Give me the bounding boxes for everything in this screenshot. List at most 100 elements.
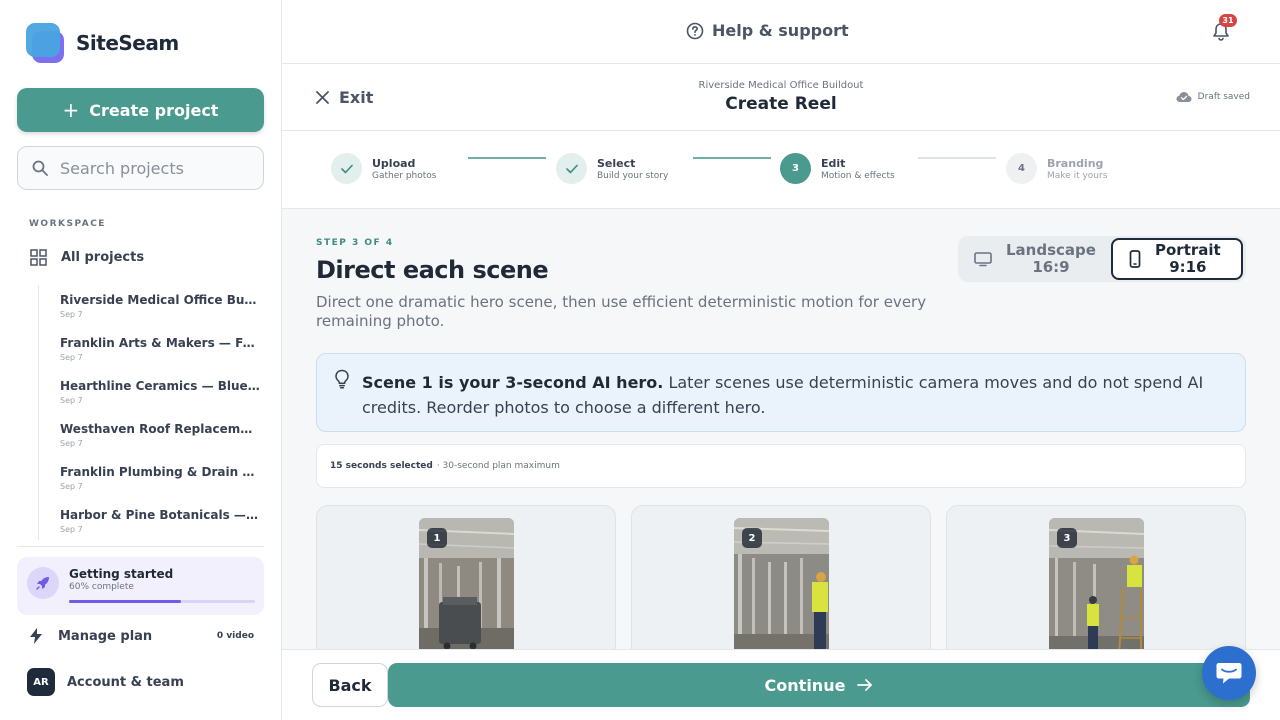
step-title: Select (597, 156, 636, 170)
phone-icon (1129, 250, 1141, 268)
sidebar: SiteSeam + Create project WORKSPACE All … (0, 0, 282, 720)
monitor-icon (974, 252, 992, 267)
step-subtitle: Gather photos (372, 170, 437, 181)
help-icon (686, 22, 704, 39)
workspace-label: WORKSPACE (29, 219, 106, 229)
chat-support-icon[interactable] (1202, 646, 1256, 700)
getting-started-card[interactable]: Getting started 60% complete (17, 557, 264, 615)
project-date: Sep 7 (60, 396, 83, 405)
step-connector (918, 157, 996, 159)
project-name: Hearthline Ceramics — Blue Rid... (60, 379, 260, 393)
scene-card[interactable]: 1 (316, 505, 616, 649)
landscape-option[interactable]: Landscape 16:9 (974, 238, 1096, 280)
lightning-icon (30, 628, 42, 644)
step-counter: STEP 3 OF 4 (316, 238, 394, 248)
project-date: Sep 7 (60, 310, 83, 319)
step-connector (693, 157, 771, 159)
scene-thumbnail[interactable]: 1 (419, 518, 514, 649)
account-label: Account & team (67, 674, 184, 690)
divider (17, 546, 264, 547)
selection-summary: 15 seconds selected · 30-second plan max… (316, 444, 1246, 488)
project-date: Sep 7 (60, 353, 83, 362)
landscape-ratio: 16:9 (1032, 258, 1070, 276)
help-label: Help & support (712, 21, 849, 40)
avatar: AR (27, 668, 55, 696)
brand-name[interactable]: SiteSeam (76, 31, 179, 55)
scene-thumbnail[interactable]: 3 (1049, 518, 1144, 649)
notification-badge: 31 (1219, 14, 1237, 27)
seconds-selected: 15 seconds selected (330, 461, 433, 471)
sidebar-item-manage-plan[interactable]: Manage plan 0 video (30, 628, 254, 644)
step-title: Branding (1047, 156, 1104, 170)
step-title: Upload (372, 156, 416, 170)
create-project-button[interactable]: + Create project (17, 88, 264, 132)
list-item[interactable]: Riverside Medical Office Buildout Sep 7 (60, 293, 260, 319)
landscape-label: Landscape (1006, 241, 1096, 259)
list-item[interactable]: Franklin Plumbing & Drain — Jo... Sep 7 (60, 465, 260, 491)
step-branding[interactable]: 4 Branding Make it yours (1006, 153, 1107, 184)
continue-label: Continue (764, 675, 846, 695)
project-name: Franklin Plumbing & Drain — Jo... (60, 465, 260, 479)
progress-fill (69, 600, 181, 603)
footer-bar: Back Continue (282, 649, 1280, 720)
search-box[interactable] (17, 146, 264, 190)
search-input[interactable] (60, 158, 250, 178)
search-icon (32, 160, 48, 176)
project-name: Westhaven Roof Replacement (60, 422, 260, 436)
scene-card[interactable]: 3 (946, 505, 1246, 649)
help-support-link[interactable]: Help & support (686, 21, 849, 40)
back-button[interactable]: Back (312, 663, 388, 707)
list-item[interactable]: Westhaven Roof Replacement Sep 7 (60, 422, 260, 448)
grid-icon (30, 249, 47, 266)
check-icon (556, 153, 587, 184)
scene-card[interactable]: 2 (631, 505, 931, 649)
step-number: 4 (1006, 153, 1037, 184)
scene-thumbnail[interactable]: 2 (734, 518, 829, 649)
step-edit[interactable]: 3 Edit Motion & effects (780, 153, 895, 184)
step-subtitle: Motion & effects (821, 170, 895, 181)
section-description: Direct one dramatic hero scene, then use… (316, 293, 927, 330)
portrait-label: Portrait (1155, 241, 1221, 259)
getting-started-progress-text: 60% complete (69, 582, 134, 592)
orientation-toggle: Landscape 16:9 Portrait 9:16 (958, 236, 1246, 282)
step-connector (468, 157, 546, 159)
sidebar-item-all-projects[interactable]: All projects (30, 249, 144, 266)
step-subtitle: Build your story (597, 170, 669, 181)
check-icon (331, 153, 362, 184)
draft-status-label: Draft saved (1197, 92, 1250, 102)
rocket-icon (27, 567, 59, 599)
getting-started-title: Getting started (69, 567, 174, 581)
hero-notice: Scene 1 is your 3-second AI hero. Later … (316, 353, 1246, 432)
portrait-option[interactable]: Portrait 9:16 (1111, 238, 1243, 280)
cloud-check-icon (1176, 92, 1192, 102)
main-content: STEP 3 OF 4 Direct each scene Direct one… (282, 209, 1280, 649)
list-item[interactable]: Franklin Arts & Makers — Fall C... Sep 7 (60, 336, 260, 362)
draft-status: Draft saved (1176, 91, 1250, 103)
hero-notice-text: Scene 1 is your 3-second AI hero. Later … (362, 370, 1222, 420)
project-list: Riverside Medical Office Buildout Sep 7 … (38, 285, 264, 540)
continue-button[interactable]: Continue (388, 663, 1250, 707)
page-title: Create Reel (725, 94, 837, 114)
project-name: Riverside Medical Office Buildout (60, 293, 260, 307)
section-heading: Direct each scene (316, 256, 549, 284)
hero-notice-bold: Scene 1 is your 3-second AI hero. (362, 373, 664, 392)
step-select[interactable]: Select Build your story (556, 153, 668, 184)
project-name: Franklin Arts & Makers — Fall C... (60, 336, 260, 350)
sidebar-item-account[interactable]: AR Account & team (27, 668, 184, 696)
list-item[interactable]: Hearthline Ceramics — Blue Rid... Sep 7 (60, 379, 260, 405)
progress-stepper: Upload Gather photos Select Build your s… (282, 131, 1280, 209)
step-upload[interactable]: Upload Gather photos (331, 153, 436, 184)
reel-header: Exit Riverside Medical Office Buildout C… (282, 64, 1280, 131)
lightbulb-icon (335, 369, 349, 389)
step-subtitle: Make it yours (1047, 170, 1108, 181)
project-date: Sep 7 (60, 525, 83, 534)
portrait-ratio: 9:16 (1169, 258, 1207, 276)
step-number: 3 (780, 153, 811, 184)
project-date: Sep 7 (60, 482, 83, 491)
scene-number: 1 (427, 528, 447, 548)
video-count: 0 video (216, 631, 254, 641)
project-name-subtitle: Riverside Medical Office Buildout (698, 80, 864, 91)
list-item[interactable]: Harbor & Pine Botanicals — Coa... Sep 7 (60, 508, 260, 534)
create-project-label: Create project (89, 100, 219, 120)
siteseam-logo-icon[interactable] (26, 23, 66, 63)
